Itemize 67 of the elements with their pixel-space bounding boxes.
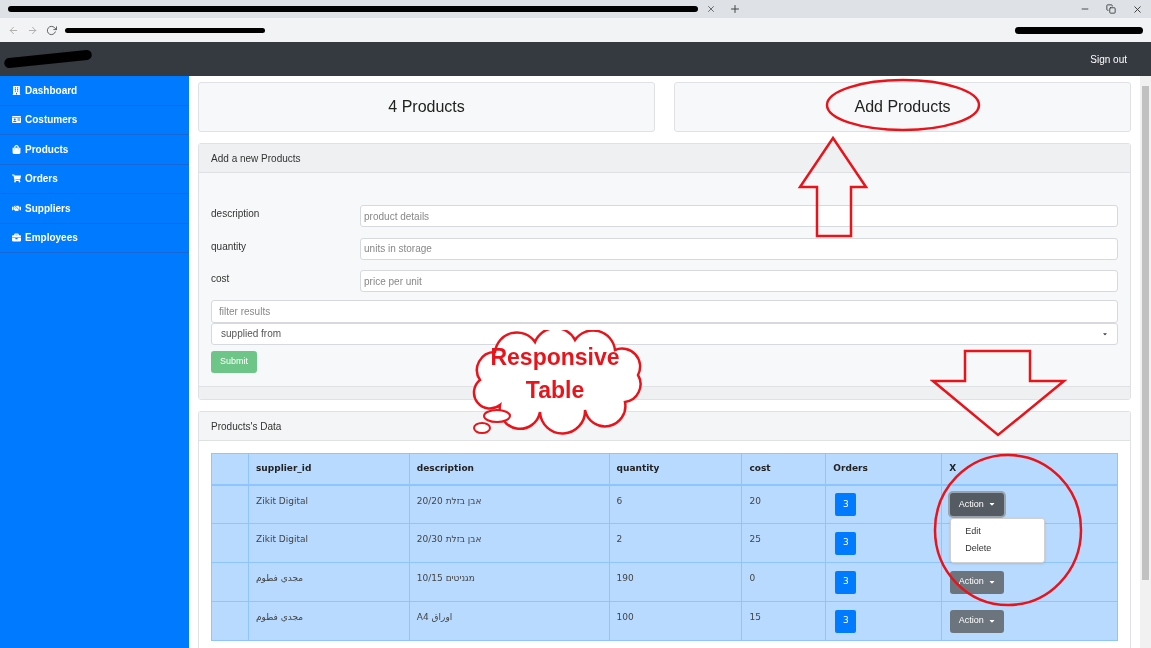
table-cell: Zikit Digital bbox=[248, 523, 410, 563]
table-cell: מגניטים 10/15 bbox=[409, 562, 610, 602]
callout-text: Table bbox=[525, 376, 585, 405]
reload-icon[interactable] bbox=[46, 24, 57, 36]
table-cell: A4 اوراق bbox=[409, 601, 610, 641]
table-cell: 2 bbox=[609, 523, 742, 563]
sidebar-item[interactable]: Employees bbox=[0, 223, 190, 253]
field-label: description bbox=[211, 207, 261, 221]
table-cell: 190 bbox=[609, 562, 742, 602]
id-card-icon bbox=[12, 115, 21, 125]
handshake-icon bbox=[12, 203, 21, 213]
action-button[interactable]: Action bbox=[950, 570, 1005, 594]
restore-icon[interactable] bbox=[1106, 4, 1116, 14]
callout-text: Responsive bbox=[490, 343, 620, 372]
table-cell: 25 bbox=[741, 523, 826, 563]
input-field[interactable]: product details bbox=[360, 205, 1119, 227]
input-field[interactable]: units in storage bbox=[360, 237, 1119, 260]
table-cell: 15 bbox=[741, 601, 826, 641]
shopping-bag-icon bbox=[12, 144, 21, 154]
column-header: quantity bbox=[609, 453, 742, 485]
sidebar-item[interactable]: Costumers bbox=[0, 105, 190, 135]
close-icon[interactable] bbox=[1132, 3, 1143, 15]
orders-badge[interactable]: 3 bbox=[835, 531, 857, 555]
table-cell: אבן בזלת 20/30 bbox=[409, 523, 610, 563]
table-cell: Zikit Digital bbox=[248, 484, 410, 524]
column-header: description bbox=[409, 453, 610, 485]
column-header: cost bbox=[741, 453, 826, 485]
caret-icon bbox=[1102, 330, 1109, 337]
column-header: Orders bbox=[825, 453, 942, 485]
field-label: quantity bbox=[211, 239, 248, 254]
orders-badge[interactable]: 3 bbox=[835, 609, 857, 633]
sidebar-item[interactable]: Products bbox=[0, 135, 190, 165]
table-cell: 100 bbox=[609, 601, 742, 641]
filter-field[interactable]: filter results bbox=[211, 299, 1119, 323]
table-cell: 6 bbox=[609, 484, 742, 524]
card-title: Products's Data bbox=[211, 419, 282, 434]
table-cell: مجدي فطوم bbox=[248, 601, 410, 641]
table-cell: 0 bbox=[741, 562, 826, 602]
column-header: supplier_id bbox=[248, 453, 410, 485]
input-field[interactable]: price per unit bbox=[360, 270, 1119, 292]
orders-badge[interactable]: 3 bbox=[835, 492, 857, 516]
card-title: Add a new Products bbox=[211, 151, 301, 166]
new-tab-icon[interactable] bbox=[729, 3, 741, 15]
table-cell: مجدي فطوم bbox=[248, 562, 410, 602]
caret-icon bbox=[987, 578, 996, 586]
sidebar-item[interactable]: Dashboard bbox=[0, 76, 190, 106]
submit-button[interactable]: Submit bbox=[211, 350, 258, 373]
sidebar-item[interactable]: Suppliers bbox=[0, 194, 190, 224]
table-cell: אבן בזלת 20/20 bbox=[409, 484, 610, 524]
caret-icon bbox=[987, 617, 996, 625]
sidebar-item[interactable]: Orders bbox=[0, 164, 190, 194]
building-icon bbox=[12, 85, 21, 95]
field-label: cost bbox=[211, 272, 231, 286]
sign-out-link[interactable]: Sign out bbox=[1090, 51, 1127, 67]
cart-icon bbox=[12, 174, 21, 184]
action-button[interactable]: Action bbox=[950, 492, 1005, 516]
scrollbar[interactable] bbox=[1140, 76, 1151, 648]
summary-title: 4 Products bbox=[388, 97, 465, 117]
briefcase-icon bbox=[12, 233, 21, 243]
menu-item[interactable]: Edit bbox=[951, 522, 1045, 541]
orders-badge[interactable]: 3 bbox=[835, 570, 857, 594]
column-header: X bbox=[941, 453, 1118, 485]
close-icon[interactable] bbox=[706, 4, 716, 14]
summary-title: Add Products bbox=[854, 97, 951, 117]
action-button[interactable]: Action bbox=[950, 609, 1005, 633]
menu-item[interactable]: Delete bbox=[951, 540, 1045, 558]
table-cell: 20 bbox=[741, 484, 826, 524]
